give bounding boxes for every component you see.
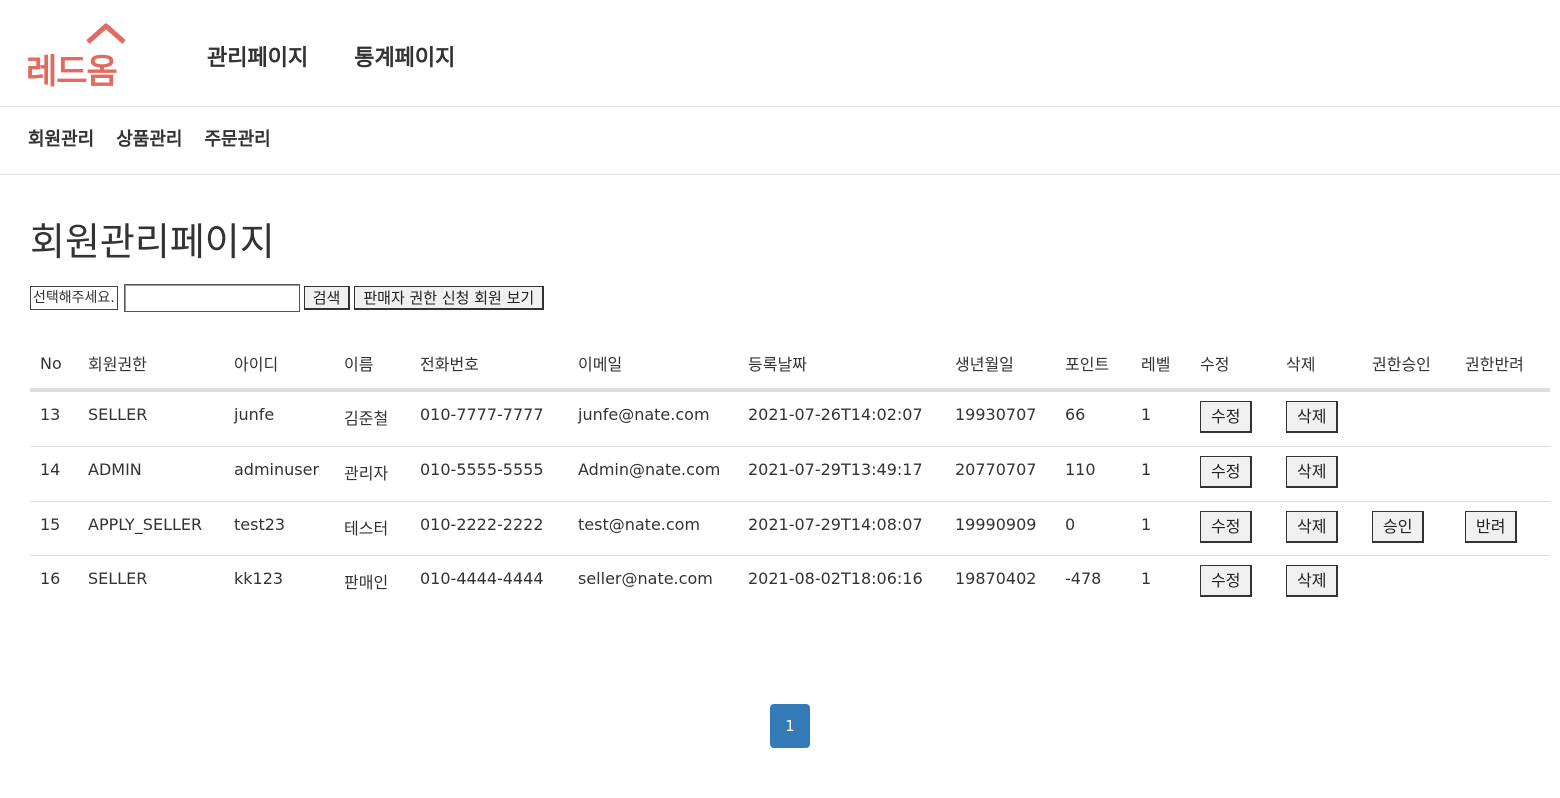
cell-id: kk123 <box>234 569 284 588</box>
cell-date: 2021-07-26T14:02:07 <box>738 390 945 447</box>
cell-name: 관리자 <box>334 446 410 502</box>
col-edit: 수정 <box>1190 338 1276 392</box>
cell-no: 14 <box>30 446 78 502</box>
logo-text: 레드옴 <box>26 52 118 92</box>
col-reject: 권한반려 <box>1455 338 1550 392</box>
cell-id: adminuser <box>224 446 334 502</box>
search-type-select[interactable]: 선택해주세요. <box>30 286 118 310</box>
delete-button[interactable]: 삭제 <box>1286 456 1339 488</box>
cell-point: -478 <box>1065 569 1102 588</box>
nav-stats-page[interactable]: 통계페이지 <box>354 40 455 72</box>
table-row: 16 SELLER kk123 판매인 010-4444-4444 seller… <box>30 556 1550 610</box>
cell-phone: 010-7777-7777 <box>410 390 568 447</box>
nav-admin-page[interactable]: 관리페이지 <box>207 40 308 72</box>
edit-button[interactable]: 수정 <box>1200 401 1253 433</box>
cell-name: 김준철 <box>334 390 410 447</box>
col-point: 포인트 <box>1055 338 1131 392</box>
top-nav: 관리페이지 통계페이지 <box>207 40 455 72</box>
edit-button[interactable]: 수정 <box>1200 511 1253 543</box>
cell-email: seller@nate.com <box>578 569 713 588</box>
cell-no: 13 <box>30 390 78 447</box>
sub-nav: 회원관리 상품관리 주문관리 <box>0 107 1560 175</box>
table-header-row: No 회원권한 아이디 이름 전화번호 이메일 등록날짜 생년월일 포인트 레벨… <box>30 338 1550 392</box>
reject-button[interactable]: 반려 <box>1465 511 1518 543</box>
table-row: 14 ADMIN adminuser 관리자 010-5555-5555 Adm… <box>30 446 1550 502</box>
cell-id: test23 <box>224 501 334 556</box>
cell-level: 1 <box>1141 569 1152 588</box>
cell-phone: 010-2222-2222 <box>410 501 568 556</box>
delete-button[interactable]: 삭제 <box>1286 511 1339 543</box>
col-email: 이메일 <box>568 338 738 392</box>
page-title: 회원관리페이지 <box>30 220 275 264</box>
subnav-order-manage[interactable]: 주문관리 <box>205 125 271 151</box>
search-row: 선택해주세요. 검색 판매자 권한 신청 회원 보기 <box>30 284 545 312</box>
col-role: 회원권한 <box>78 338 224 392</box>
table-row: 15 APPLY_SELLER test23 테스터 010-2222-2222… <box>30 501 1550 556</box>
member-table: No 회원권한 아이디 이름 전화번호 이메일 등록날짜 생년월일 포인트 레벨… <box>30 338 1550 609</box>
cell-role: ADMIN <box>78 446 224 502</box>
cell-email: test@nate.com <box>568 501 738 556</box>
cell-date: 2021-07-29T13:49:17 <box>738 446 945 502</box>
cell-no: 16 <box>40 569 61 588</box>
cell-point: 110 <box>1055 446 1131 502</box>
col-level: 레벨 <box>1131 338 1190 392</box>
search-button[interactable]: 검색 <box>303 286 351 310</box>
show-seller-applicants-button[interactable]: 판매자 권한 신청 회원 보기 <box>354 286 545 310</box>
col-no: No <box>30 338 78 392</box>
cell-date: 2021-07-29T14:08:07 <box>738 501 945 556</box>
cell-point: 0 <box>1055 501 1131 556</box>
cell-role: APPLY_SELLER <box>78 501 224 556</box>
cell-email: Admin@nate.com <box>568 446 738 502</box>
cell-point: 66 <box>1055 390 1131 447</box>
cell-phone: 010-4444-4444 <box>420 569 544 588</box>
approve-button[interactable]: 승인 <box>1372 511 1425 543</box>
cell-email: junfe@nate.com <box>568 390 738 447</box>
delete-button[interactable]: 삭제 <box>1286 565 1339 597</box>
cell-birth: 20770707 <box>945 446 1055 502</box>
col-birth: 생년월일 <box>945 338 1055 392</box>
cell-date: 2021-08-02T18:06:16 <box>748 569 923 588</box>
cell-role: SELLER <box>78 390 224 447</box>
edit-button[interactable]: 수정 <box>1200 456 1253 488</box>
subnav-member-manage[interactable]: 회원관리 <box>28 125 94 151</box>
pagination-page-1[interactable]: 1 <box>770 704 810 748</box>
top-header: 레드옴 관리페이지 통계페이지 <box>0 0 1560 107</box>
col-id: 아이디 <box>224 338 334 392</box>
cell-phone: 010-5555-5555 <box>410 446 568 502</box>
cell-level: 1 <box>1131 501 1190 556</box>
col-name: 이름 <box>334 338 410 392</box>
cell-no: 15 <box>30 501 78 556</box>
delete-button[interactable]: 삭제 <box>1286 401 1339 433</box>
roof-icon <box>86 23 126 44</box>
cell-birth: 19870402 <box>955 569 1037 588</box>
col-phone: 전화번호 <box>410 338 568 392</box>
cell-role: SELLER <box>88 569 148 588</box>
cell-name: 테스터 <box>334 501 410 556</box>
logo[interactable]: 레드옴 <box>26 22 128 92</box>
cell-birth: 19930707 <box>945 390 1055 447</box>
cell-name: 판매인 <box>344 573 389 592</box>
search-input[interactable] <box>123 284 300 312</box>
cell-id: junfe <box>224 390 334 447</box>
cell-level: 1 <box>1131 446 1190 502</box>
cell-birth: 19990909 <box>945 501 1055 556</box>
cell-level: 1 <box>1131 390 1190 447</box>
col-date: 등록날짜 <box>738 338 945 392</box>
col-delete: 삭제 <box>1276 338 1362 392</box>
table-row: 13 SELLER junfe 김준철 010-7777-7777 junfe@… <box>30 390 1550 447</box>
subnav-product-manage[interactable]: 상품관리 <box>116 125 182 151</box>
col-approve: 권한승인 <box>1362 338 1455 392</box>
edit-button[interactable]: 수정 <box>1200 565 1253 597</box>
